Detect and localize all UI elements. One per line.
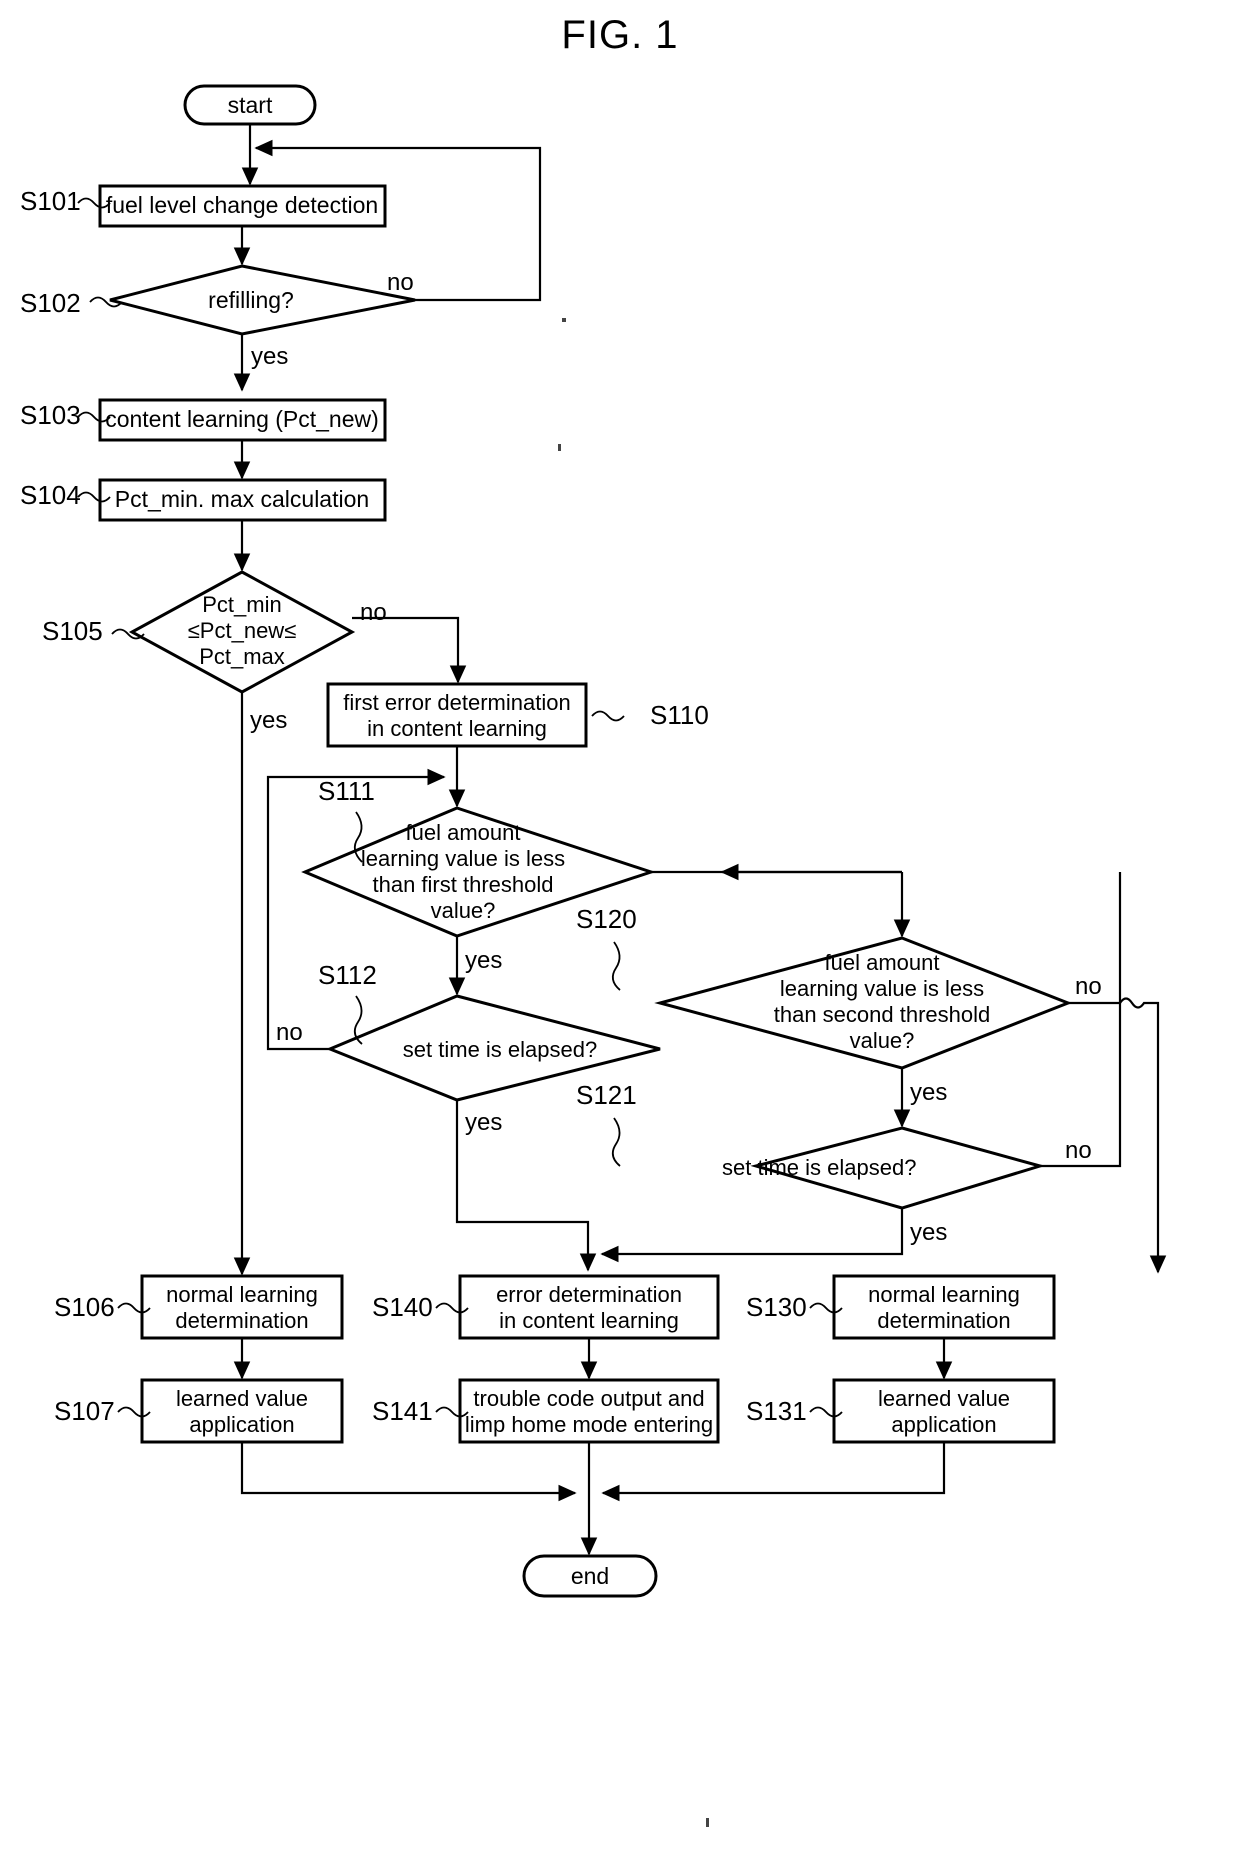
node-end: end [522,1554,658,1598]
flowchart-canvas: FIG. 1 start fuel level change detection… [20,13,1167,1827]
s120-text-line-1: learning value is less [780,976,984,1001]
s120-text-line-0: fuel amount [825,950,940,975]
s105-text-line-0: Pct_min [202,592,281,617]
scan-speck-3 [706,1818,709,1827]
s131-text-line-0: learned value [878,1386,1010,1411]
branch-label-s121-yes: yes [910,1219,947,1246]
s104-text-line-0: Pct_min. max calculation [115,486,369,512]
step-tag-s103: S103 [20,400,81,430]
s110-text-line-0: first error determination [343,690,570,715]
s120-text-line-3: value? [850,1028,915,1053]
node-s121: set time is elapsed? [722,1126,1046,1210]
s101-text-line-0: fuel level change detection [106,192,378,218]
s110-text-line-1: in content learning [367,716,547,741]
branch-label-s111-yes: yes [465,947,502,974]
start-label: start [228,92,273,118]
s130-text-line-0: normal learning [868,1282,1020,1307]
figure-title: FIG. 1 [561,13,678,57]
s103-text-line-0: content learning (Pct_new) [105,406,379,432]
step-tag-s106: S106 [54,1292,115,1322]
s107-text-line-0: learned value [176,1386,308,1411]
s106-text-line-0: normal learning [166,1282,318,1307]
branch-label-s121-no: no [1065,1137,1092,1164]
branch-label-s120-no: no [1075,973,1102,1000]
s141-text-line-1: limp home mode entering [465,1412,713,1437]
node-s106: normal learning determination [140,1274,344,1340]
node-s101: fuel level change detection [98,184,387,228]
s111-text-line-0: fuel amount [406,820,521,845]
s105-text-line-2: Pct_max [199,644,285,669]
scan-speck-2 [558,444,561,451]
branch-label-s112-yes: yes [465,1109,502,1136]
edge-s121-no-up [1040,872,1122,1168]
edge-s105-no [352,616,467,684]
node-s103: content learning (Pct_new) [98,398,387,442]
s121-text-line-0: set time is elapsed? [722,1155,916,1180]
branch-label-s105-yes: yes [250,707,287,734]
branch-label-s102-yes: yes [251,343,288,370]
step-tag-s141: S141 [372,1396,433,1426]
s140-text-line-1: in content learning [499,1308,679,1333]
edge-s120-no-to-s130 [1068,997,1167,1274]
s120-text-line-2: than second threshold [774,1002,991,1027]
branch-label-s112-no: no [276,1019,303,1046]
node-s104: Pct_min. max calculation [98,478,387,522]
s131-text-line-1: application [891,1412,996,1437]
s111-text-line-1: learning value is less [361,846,565,871]
branch-label-s120-yes: yes [910,1079,947,1106]
s130-text-line-1: determination [877,1308,1010,1333]
s106-text-line-1: determination [175,1308,308,1333]
scan-speck-1 [562,318,566,322]
edge-s121-yes-to-s140 [600,1208,904,1263]
step-tag-s111: S111 [318,776,375,806]
node-s102: refilling? [109,264,416,336]
step-tag-s107: S107 [54,1396,115,1426]
node-s110: first error determination in content lea… [326,682,588,748]
edge-s107-to-end-rail [240,1442,577,1502]
edge-s131-to-end-rail [601,1442,946,1502]
leader-s110 [591,710,625,722]
node-s107: learned value application [140,1378,344,1444]
s140-text-line-0: error determination [496,1282,682,1307]
s105-text-line-1: ≤Pct_new≤ [188,618,297,643]
end-label: end [571,1563,609,1589]
leader-s120 [611,941,621,991]
step-tag-s112: S112 [318,960,377,990]
s141-text-line-0: trouble code output and [473,1386,704,1411]
branch-label-s105-no: no [360,599,387,626]
step-tag-s105: S105 [42,616,103,646]
step-tag-s101: S101 [20,186,81,216]
node-s141: trouble code output and limp home mode e… [458,1378,720,1444]
step-tag-s104: S104 [20,480,81,510]
step-tag-s102: S102 [20,288,81,318]
leader-s121 [611,1117,621,1167]
step-tag-s121: S121 [576,1080,637,1110]
node-s140: error determination in content learning [458,1274,720,1340]
s107-text-line-1: application [189,1412,294,1437]
node-s105: Pct_min ≤Pct_new≤ Pct_max [128,570,356,694]
step-tag-s110: S110 [650,700,709,730]
step-tag-s120: S120 [576,904,637,934]
branch-label-s102-no: no [387,269,414,296]
step-tag-s130: S130 [746,1292,807,1322]
s112-text-line-0: set time is elapsed? [403,1037,597,1062]
node-start: start [183,84,317,126]
figure-root: FIG. 1 start fuel level change detection… [0,0,1240,1850]
node-s131: learned value application [832,1378,1056,1444]
step-tag-s131: S131 [746,1396,807,1426]
step-tag-s140: S140 [372,1292,433,1322]
node-s130: normal learning determination [832,1274,1056,1340]
s111-text-line-2: than first threshold [373,872,554,897]
s111-text-line-3: value? [431,898,496,923]
node-s120: fuel amount learning value is less than … [654,936,1073,1070]
s102-text-line-0: refilling? [208,287,294,313]
